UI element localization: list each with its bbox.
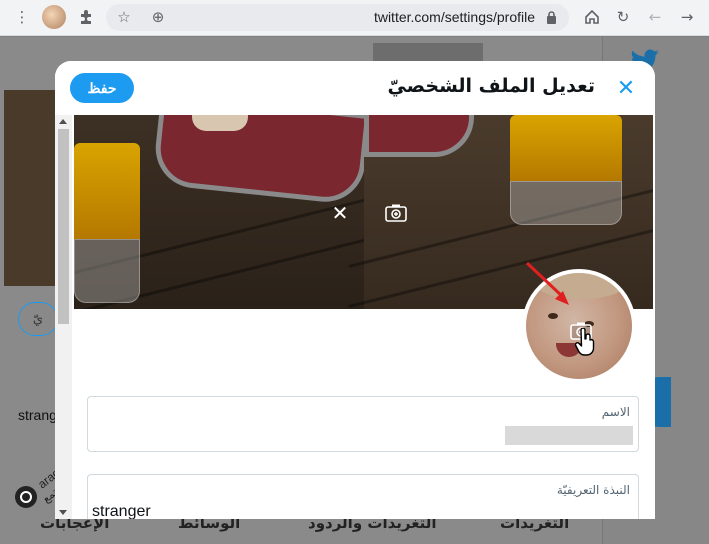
home-icon[interactable] [582,7,602,27]
backdrop-edit-profile-button: يّ [18,302,58,336]
name-field-label: الاسم [601,405,630,419]
name-value-redacted [505,426,633,445]
bio-field[interactable]: النبذة التعريفيّة stranger [87,474,639,519]
scroll-up-arrow-icon[interactable] [59,119,67,124]
extensions-icon[interactable] [76,7,96,27]
profile-avatar-icon[interactable] [42,5,66,29]
backdrop-banner-image [4,90,56,286]
browser-toolbar: ⋮ ☆ ⊕ twitter.com/settings/profile ↻ ← → [0,0,709,36]
dialog-header: ✕ تعديل الملف الشخصيّ حفظ [55,61,655,115]
back-icon[interactable]: ← [645,7,665,27]
scroll-down-arrow-icon[interactable] [59,510,67,515]
backdrop-button-label: يّ [32,311,44,327]
juice-glass-photo-part [74,143,140,303]
juice-glass-photo-part [510,115,622,225]
bio-field-label: النبذة التعريفيّة [556,483,630,497]
cat-photo-part [192,115,248,131]
backdrop-username: strang [18,407,57,423]
lock-icon [547,11,556,24]
bio-field-value[interactable]: stranger [92,503,151,519]
name-field[interactable]: الاسم [87,396,639,452]
remove-header-close-icon[interactable]: ✕ [330,201,350,225]
header-image-left [74,115,380,309]
reload-icon[interactable]: ↻ [613,7,633,27]
zoom-icon[interactable]: ⊕ [148,7,168,27]
address-bar[interactable]: ☆ ⊕ twitter.com/settings/profile [106,4,569,31]
dialog-scrollbar[interactable] [55,115,72,519]
close-icon[interactable]: ✕ [613,75,639,101]
url-text[interactable]: twitter.com/settings/profile [374,9,535,25]
rug-photo-part [151,115,371,206]
red-arrow-annotation [525,261,569,305]
dialog-title: تعديل الملف الشخصيّ [387,75,595,97]
forward-icon[interactable]: → [677,7,697,27]
menu-dots-icon[interactable]: ⋮ [12,7,32,27]
hand-cursor-icon [574,328,595,356]
star-icon[interactable]: ☆ [114,7,134,27]
add-header-camera-icon[interactable] [385,203,407,223]
scrollbar-thumb[interactable] [58,129,69,324]
save-button[interactable]: حفظ [70,73,134,103]
edit-profile-dialog: ✕ تعديل الملف الشخصيّ حفظ ✕ الاسم النبذة… [55,61,655,519]
rug-photo-part [364,115,474,157]
